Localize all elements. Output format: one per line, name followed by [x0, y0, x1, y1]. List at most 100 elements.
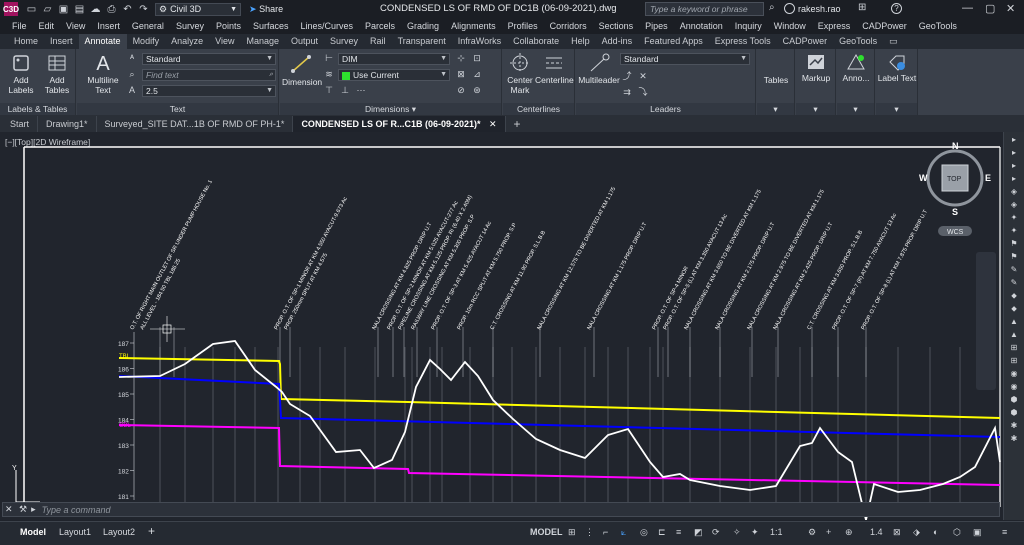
- lineweight-value[interactable]: 1.4: [870, 527, 883, 537]
- dim-space-icon[interactable]: ⋯: [356, 85, 366, 95]
- workspace-select[interactable]: ⚙ Civil 3D ▼: [155, 2, 241, 16]
- clean-screen-icon[interactable]: ▣: [973, 527, 982, 538]
- menu-item[interactable]: Points: [216, 21, 241, 31]
- doc-tab[interactable]: Drawing1*: [38, 116, 97, 132]
- osnap-icon[interactable]: ◎: [640, 527, 648, 538]
- remove-leader-icon[interactable]: ✕: [638, 71, 648, 81]
- panel-title[interactable]: Dimensions ▾: [280, 103, 501, 115]
- annotation-scale[interactable]: 1:1: [770, 527, 783, 537]
- ribbon-tab[interactable]: GeoTools: [833, 34, 883, 49]
- text-height-select[interactable]: 2.5 ▼: [142, 85, 276, 97]
- navigation-tool-icon[interactable]: ✎: [1008, 278, 1020, 288]
- polar-icon[interactable]: ⟀: [621, 527, 626, 538]
- label-text-button[interactable]: Label Text: [876, 53, 918, 83]
- minimize-button[interactable]: —: [962, 2, 973, 14]
- ribbon-tab[interactable]: Manage: [240, 34, 285, 49]
- navigation-tool-icon[interactable]: ✱: [1008, 421, 1020, 431]
- share-button[interactable]: ➤ Share: [249, 4, 283, 15]
- menu-item[interactable]: GeoTools: [919, 21, 957, 31]
- panel-title[interactable]: Labels & Tables: [0, 103, 75, 115]
- doc-tab[interactable]: Surveyed_SITE DAT...1B OF RMD OF PH-1*: [97, 116, 294, 132]
- search-input[interactable]: Type a keyword or phrase: [645, 2, 764, 16]
- navigation-tool-icon[interactable]: ◉: [1008, 382, 1020, 392]
- new-file-icon[interactable]: ▭: [26, 4, 37, 15]
- app-logo-icon[interactable]: C3D: [3, 2, 19, 16]
- dim-style-select[interactable]: DIM ▼: [338, 53, 450, 65]
- ribbon-tab[interactable]: Transparent: [392, 34, 452, 49]
- menu-item[interactable]: Survey: [176, 21, 204, 31]
- command-line[interactable]: ✕ ⚒ ▸ Type a command: [2, 502, 1000, 517]
- ribbon-tab[interactable]: Featured Apps: [638, 34, 709, 49]
- menu-item[interactable]: Parcels: [365, 21, 395, 31]
- panel-expand-icon[interactable]: ▾: [837, 103, 874, 115]
- menu-item[interactable]: General: [132, 21, 164, 31]
- menu-item[interactable]: Sections: [599, 21, 634, 31]
- navigation-tool-icon[interactable]: ⊞: [1008, 356, 1020, 366]
- markup-button[interactable]: Markup: [796, 53, 836, 83]
- layout-tab[interactable]: Layout2: [103, 527, 135, 537]
- ribbon-tab[interactable]: Survey: [324, 34, 364, 49]
- navigation-tool-icon[interactable]: ⬢: [1008, 395, 1020, 405]
- otrack-icon[interactable]: ⊏: [658, 527, 666, 538]
- ribbon-tab[interactable]: Rail: [364, 34, 392, 49]
- open-file-icon[interactable]: ▱: [42, 4, 53, 15]
- menu-item[interactable]: View: [66, 21, 85, 31]
- align-leader-icon[interactable]: ⇉: [622, 87, 632, 97]
- multileader-button[interactable]: Multileader: [578, 53, 620, 85]
- center-mark-button[interactable]: Center Mark: [505, 53, 535, 95]
- menu-item[interactable]: Annotation: [680, 21, 723, 31]
- grid-icon[interactable]: ⊞: [568, 527, 576, 538]
- navigation-tool-icon[interactable]: ▲: [1008, 317, 1020, 327]
- layout-tab-model[interactable]: Model: [20, 527, 46, 537]
- lineweight-icon[interactable]: ≡: [676, 527, 681, 537]
- navigation-tool-icon[interactable]: ✦: [1008, 213, 1020, 223]
- add-layout-button[interactable]: +: [148, 524, 155, 538]
- navigation-tool-icon[interactable]: ⚑: [1008, 252, 1020, 262]
- command-input[interactable]: Type a command: [42, 505, 111, 515]
- panel-title[interactable]: Centerlines: [503, 103, 574, 115]
- menu-item[interactable]: Profiles: [508, 21, 538, 31]
- centerline-button[interactable]: Centerline: [535, 53, 574, 85]
- ribbon-tab[interactable]: View: [209, 34, 240, 49]
- navigation-tool-icon[interactable]: ✎: [1008, 265, 1020, 275]
- ribbon-tab[interactable]: Express Tools: [709, 34, 777, 49]
- wrench-icon[interactable]: ⚒: [19, 504, 27, 515]
- close-icon[interactable]: ✕: [489, 119, 497, 129]
- dim-update-icon[interactable]: ⊛: [472, 85, 482, 95]
- selection-cycling-icon[interactable]: ⟳: [712, 527, 720, 538]
- plus-icon[interactable]: +: [826, 527, 831, 537]
- menu-item[interactable]: Insert: [97, 21, 120, 31]
- dim-adjust-icon[interactable]: ⊡: [472, 53, 482, 63]
- navigation-tool-icon[interactable]: ⊞: [1008, 343, 1020, 353]
- add-leader-icon[interactable]: ⤴: [622, 71, 632, 81]
- ribbon-tab[interactable]: CADPower: [777, 34, 834, 49]
- ribbon-minimize-icon[interactable]: ▭: [883, 34, 904, 49]
- tables-button[interactable]: Tables: [757, 75, 795, 85]
- navigation-tool-icon[interactable]: ▸: [1008, 135, 1020, 145]
- anno-button[interactable]: Anno...: [837, 53, 875, 83]
- gear-icon[interactable]: ⚙: [808, 527, 816, 538]
- viewport-controls[interactable]: [−][Top][2D Wireframe]: [5, 137, 90, 147]
- add-labels-button[interactable]: Add Labels: [6, 53, 36, 95]
- model-space-button[interactable]: MODEL: [530, 527, 563, 537]
- navigation-tool-icon[interactable]: ◉: [1008, 369, 1020, 379]
- print-icon[interactable]: ⎙: [106, 4, 117, 15]
- navigation-tool-icon[interactable]: ✱: [1008, 434, 1020, 444]
- user-icon[interactable]: [784, 3, 795, 14]
- navigation-tool-icon[interactable]: ▲: [1008, 330, 1020, 340]
- menu-item[interactable]: Lines/Curves: [301, 21, 354, 31]
- menu-item[interactable]: Grading: [407, 21, 439, 31]
- help-icon[interactable]: ?: [891, 3, 902, 14]
- navigation-tool-icon[interactable]: ◈: [1008, 200, 1020, 210]
- navigation-tool-icon[interactable]: ⬥: [1008, 291, 1020, 301]
- new-tab-button[interactable]: +: [506, 116, 529, 132]
- navigation-tool-icon[interactable]: ▸: [1008, 161, 1020, 171]
- panel-expand-icon[interactable]: ▾: [796, 103, 835, 115]
- cloud-open-icon[interactable]: ☁: [90, 4, 101, 15]
- dim-layer-select[interactable]: Use Current ▼: [338, 69, 450, 81]
- panel-expand-icon[interactable]: ▾: [757, 103, 794, 115]
- undo-icon[interactable]: ↶: [122, 4, 133, 15]
- menu-item[interactable]: Inquiry: [735, 21, 762, 31]
- leader-style-select[interactable]: Standard ▼: [620, 53, 750, 65]
- doc-tab-active[interactable]: CONDENSED LS OF R...C1B (06-09-2021)* ✕: [293, 116, 506, 132]
